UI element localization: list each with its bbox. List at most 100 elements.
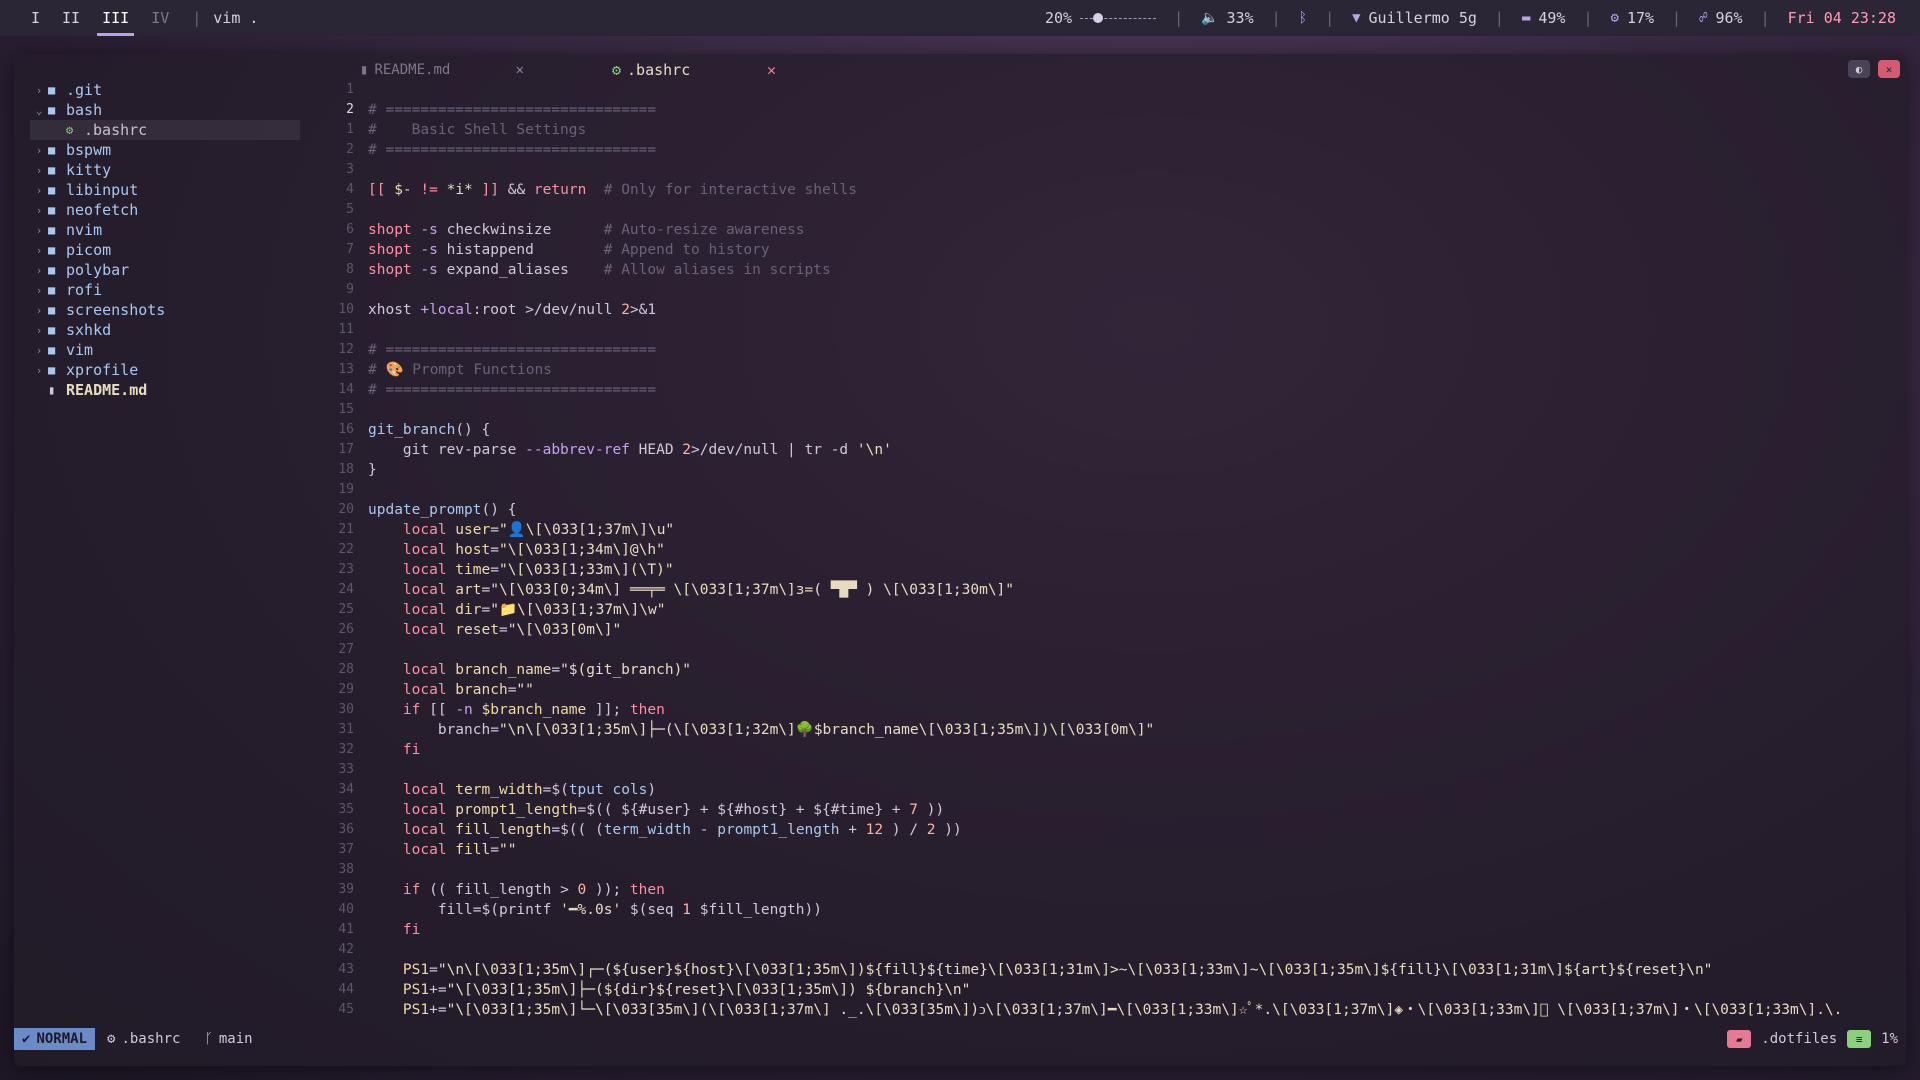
tree-item-label: sxhkd (66, 321, 112, 339)
close-icon[interactable]: ✕ (767, 61, 776, 79)
code-line: 38 (304, 860, 1896, 880)
tree-item[interactable]: › ■ picom (30, 240, 300, 260)
chevron-right-icon: › (35, 223, 43, 237)
code-line: 7 shopt -s histappend # Append to history (304, 240, 1896, 260)
line-number: 37 (338, 842, 354, 857)
tree-item[interactable]: › ■ sxhkd (30, 320, 300, 340)
code-text: local fill_length=$(( (term_width - prom… (402, 822, 962, 838)
bluetooth-module[interactable]: ᛒ (1293, 10, 1313, 26)
separator: | (192, 9, 202, 27)
code-text: local fill="" (402, 842, 517, 858)
close-icon[interactable]: ✕ (516, 62, 524, 78)
tree-item[interactable]: › ■ neofetch (30, 200, 300, 220)
tree-item[interactable]: › ■ nvim (30, 220, 300, 240)
chevron-right-icon: › (35, 323, 43, 337)
code-line: 44 PS1+="\[\033[1;35m\]├─(${dir}${reset}… (304, 980, 1896, 1000)
line-number: 2 (346, 102, 354, 117)
project-name: .dotfiles (1761, 1031, 1838, 1047)
chevron-right-icon: › (35, 283, 43, 297)
tree-item[interactable]: › ■ .git (30, 80, 300, 100)
code-line: 6 shopt -s checkwinsize # Auto-resize awa… (304, 220, 1896, 240)
code-line: 2 # =============================== (304, 140, 1896, 160)
line-number: 1 (346, 82, 354, 97)
code-text: local host="\[\033[1;34m\]@\h" (402, 542, 665, 558)
top-bar: I II III IV | vim . 20% | 🔈 33% | ᛒ | ▼ Gui… (0, 0, 1920, 36)
code-editor[interactable]: 1 2 # =============================== 1 # Ba… (304, 80, 1896, 1020)
tree-item-label: rofi (66, 281, 103, 299)
volume-value: 33% (1226, 9, 1254, 27)
line-number: 13 (338, 362, 354, 377)
status-modules: 20% | 🔈 33% | ᛒ | ▼ Guillermo 5g | ▬ 49%… (1039, 0, 1902, 36)
workspace-2[interactable]: II (51, 0, 91, 36)
code-line: 4 [[ $- != *i* ]] && return # Only for in… (304, 180, 1896, 200)
code-text: local branch="" (402, 682, 534, 698)
tree-item[interactable]: ⚙ .bashrc (30, 120, 300, 140)
workspace-1[interactable]: I (20, 0, 51, 36)
tab-label: README.md (374, 62, 451, 78)
code-line: 36 local fill_length=$(( (term_width - p… (304, 820, 1896, 840)
folder-icon: ■ (48, 283, 56, 297)
tree-item[interactable]: › ■ bspwm (30, 140, 300, 160)
clock-module[interactable]: Fri 04 23:28 (1782, 9, 1902, 27)
line-number: 34 (338, 782, 354, 797)
tree-item[interactable]: › ■ screenshots (30, 300, 300, 320)
line-number: 18 (338, 462, 354, 477)
code-line: 1 (304, 80, 1896, 100)
line-number: 44 (338, 982, 354, 997)
tree-item-label: screenshots (66, 301, 166, 319)
code-line: 3 (304, 160, 1896, 180)
tree-item[interactable]: › ■ kitty (30, 160, 300, 180)
workspace-3[interactable]: III (91, 0, 140, 36)
tree-item[interactable]: ⌄ ■ bash (30, 100, 300, 120)
tree-item[interactable]: › ■ vim (30, 340, 300, 360)
line-number: 8 (346, 262, 354, 277)
toggle-icon[interactable]: ◐ (1848, 60, 1870, 78)
workspace-switcher: I II III IV (0, 0, 180, 36)
status-line: ✔ NORMAL ⚙ .bashrc ᚴ main ▰ .dotfiles ≡ … (14, 1028, 1906, 1050)
folder-icon: ▰ (1727, 1030, 1752, 1048)
tree-item-label: .bashrc (84, 121, 148, 139)
wifi-module[interactable]: ▼ Guillermo 5g (1346, 9, 1483, 27)
code-line: 17 git rev-parse --abbrev-ref HEAD 2>/de… (304, 440, 1896, 460)
code-line: 45 PS1+="\[\033[1;35m\]└─\[\033[35m\](\[… (304, 1000, 1896, 1020)
clock: Fri 04 23:28 (1787, 9, 1896, 27)
workspace-4[interactable]: IV (140, 0, 180, 36)
battery-value: 49% (1538, 9, 1566, 27)
close-window-button[interactable]: ✕ (1878, 60, 1900, 78)
code-text: # =============================== (368, 382, 657, 398)
code-text: git_branch() { (368, 422, 491, 438)
line-number: 31 (338, 722, 354, 737)
brightness-module[interactable]: 20% (1039, 9, 1162, 27)
code-text: if [[ -n $branch_name ]]; then (402, 702, 665, 718)
code-line: 19 (304, 480, 1896, 500)
code-text: xhost +local:root >/dev/null 2>&1 (368, 302, 657, 318)
folder-icon: ■ (48, 143, 56, 157)
code-line: 26 local reset="\[\033[0m\]" (304, 620, 1896, 640)
tab-label: .bashrc (627, 61, 691, 79)
tree-item[interactable]: › ■ polybar (30, 260, 300, 280)
code-line: 1 # Basic Shell Settings (304, 120, 1896, 140)
code-line: 29 local branch="" (304, 680, 1896, 700)
code-text: PS1="\n\[\033[1;35m\]┌─(${user}${host}\[… (402, 962, 1713, 978)
folder-icon: ■ (48, 303, 56, 317)
tree-item[interactable]: ▮ README.md (30, 380, 300, 400)
tree-item-label: README.md (66, 381, 148, 399)
tree-item[interactable]: › ■ xprofile (30, 360, 300, 380)
code-line: 27 (304, 640, 1896, 660)
volume-module[interactable]: 🔈 33% (1195, 9, 1260, 27)
cpu-module: ⚙ 17% (1605, 9, 1661, 27)
tree-item[interactable]: › ■ rofi (30, 280, 300, 300)
line-number: 3 (346, 162, 354, 177)
chevron-right-icon: › (35, 203, 43, 217)
line-number: 5 (346, 202, 354, 217)
code-line: 39 if (( fill_length > 0 )); then (304, 880, 1896, 900)
line-number: 25 (338, 602, 354, 617)
folder-icon: ■ (48, 343, 56, 357)
code-line: 22 local host="\[\033[1;34m\]@\h" (304, 540, 1896, 560)
wifi-icon: ▼ (1352, 10, 1361, 26)
chevron-down-icon: ⌄ (35, 103, 43, 117)
tree-item[interactable]: › ■ libinput (30, 180, 300, 200)
line-number: 15 (338, 402, 354, 417)
code-line: 9 (304, 280, 1896, 300)
brightness-slider[interactable] (1080, 12, 1157, 24)
